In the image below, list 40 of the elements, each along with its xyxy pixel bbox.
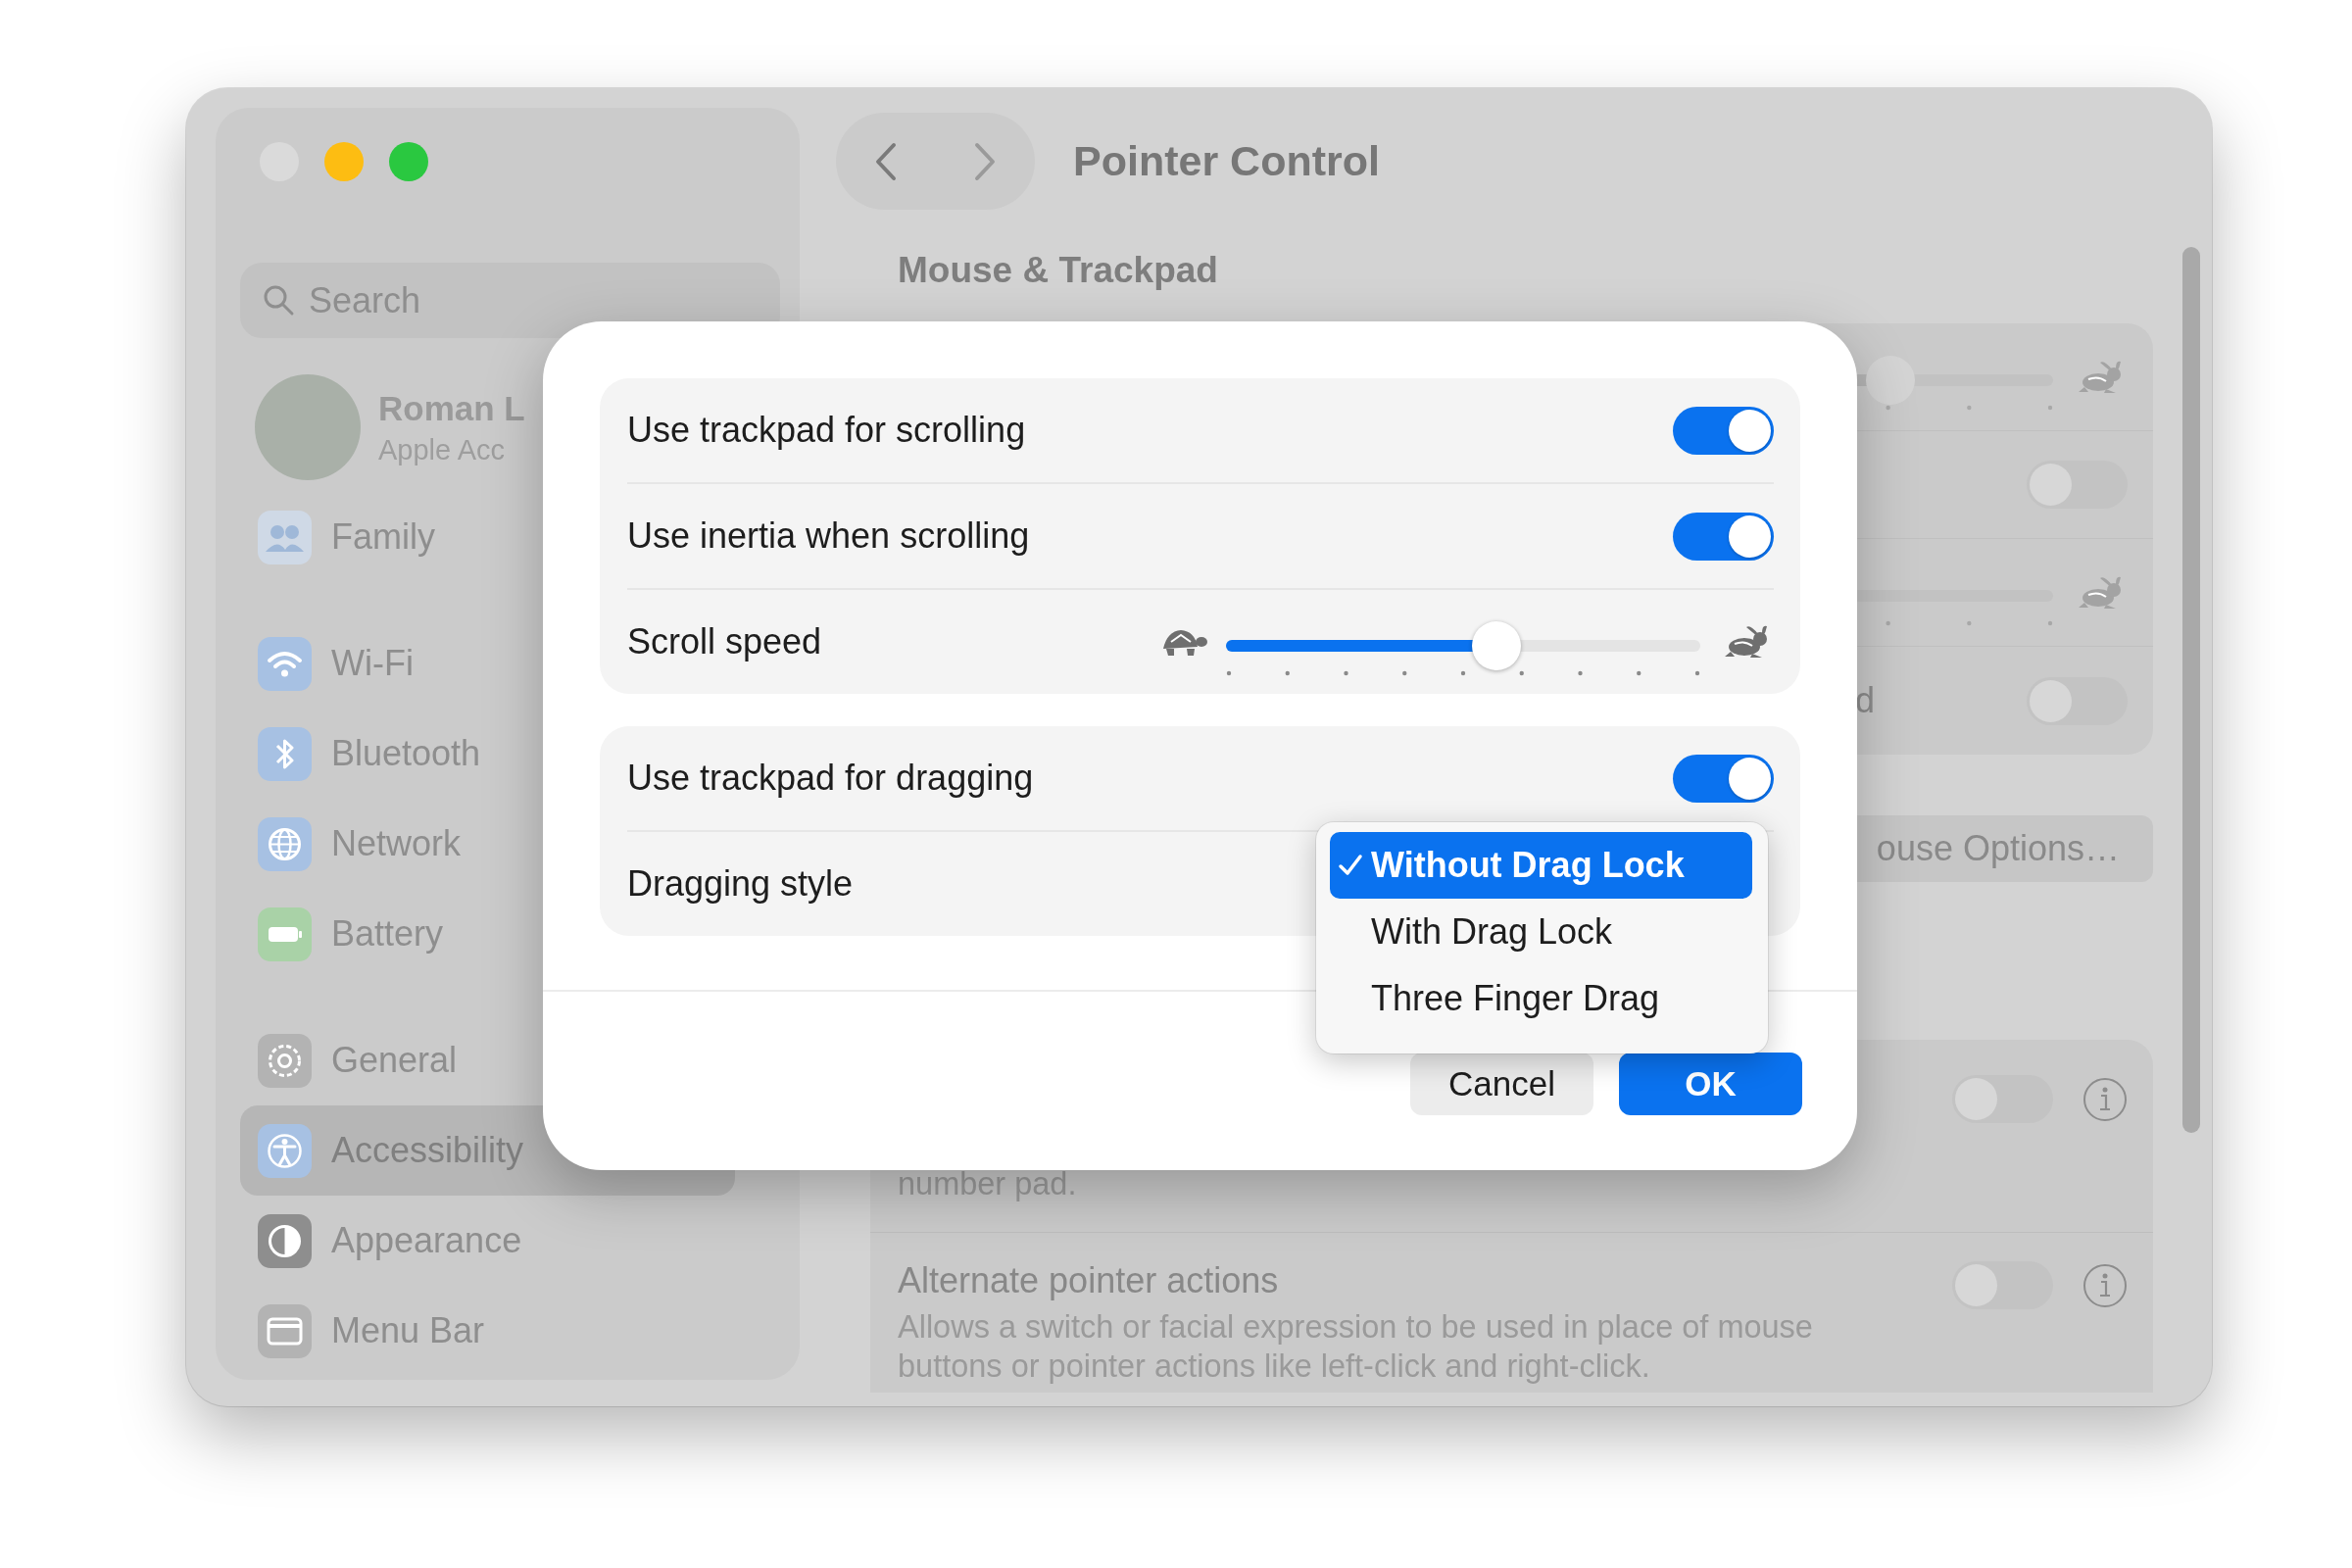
cancel-button[interactable]: Cancel [1410, 1053, 1593, 1115]
appearance-icon [258, 1213, 312, 1268]
general-icon [258, 1033, 312, 1088]
slider-thumb[interactable] [1471, 621, 1521, 670]
menu-item[interactable]: Three Finger Drag [1330, 965, 1752, 1032]
scrollbar[interactable] [2182, 247, 2200, 1133]
info-icon [2082, 1076, 2128, 1122]
battery-icon [258, 906, 312, 961]
setting-label: Use trackpad for scrolling [627, 410, 1026, 451]
network-icon [258, 816, 312, 871]
zoom-button[interactable] [389, 142, 428, 181]
setting-label: Use inertia when scrolling [627, 515, 1030, 557]
forward-icon[interactable] [973, 141, 998, 181]
menubar-icon [258, 1303, 312, 1358]
setting-label: d [1854, 680, 1875, 721]
menu-item[interactable]: Without Drag Lock [1330, 832, 1752, 899]
accessibility-icon [258, 1123, 312, 1178]
window-title: Pointer Control [1073, 136, 1380, 186]
section-heading: Mouse & Trackpad [898, 249, 1219, 292]
setting-title: Alternate pointer actions [898, 1260, 1280, 1301]
sidebar-item[interactable]: Menu Bar [240, 1286, 735, 1376]
toggle-switch[interactable] [1673, 754, 1774, 803]
ok-button[interactable]: OK [1619, 1053, 1802, 1115]
checkmark-icon [1338, 853, 1363, 878]
setting-label: Dragging style [627, 863, 854, 905]
toggle-switch[interactable] [1673, 512, 1774, 561]
family-icon [258, 510, 312, 564]
toggle-switch[interactable] [1673, 406, 1774, 455]
wifi-icon [258, 636, 312, 691]
info-icon [2082, 1262, 2128, 1308]
bluetooth-icon [258, 726, 312, 781]
slider-track[interactable] [1226, 621, 1700, 670]
setting-label: Use trackpad for dragging [627, 758, 1034, 799]
minimize-button[interactable] [324, 142, 364, 181]
setting-label: Scroll speed [627, 621, 822, 662]
search-icon [262, 283, 295, 317]
sidebar-item[interactable]: General [240, 1015, 735, 1105]
sidebar-item[interactable]: Appearance [240, 1196, 735, 1286]
menu-item[interactable]: With Drag Lock [1330, 899, 1752, 965]
back-icon[interactable] [873, 141, 898, 181]
